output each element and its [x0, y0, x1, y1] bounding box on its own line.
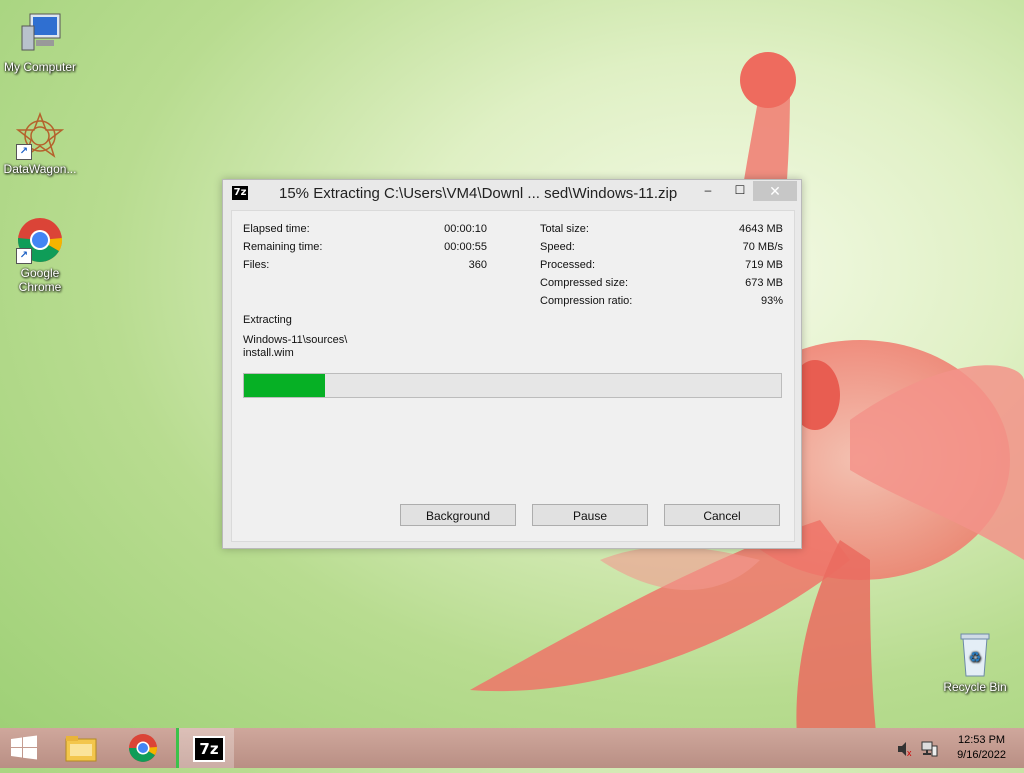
- datawagon-icon: ↗: [15, 111, 65, 160]
- folder-icon: [65, 736, 97, 762]
- stat-speed: Speed: 70 MB/s: [540, 241, 783, 257]
- title-bar[interactable]: 7z 15% Extracting C:\Users\VM4\Downl ...…: [223, 180, 801, 208]
- background-button[interactable]: Background: [400, 504, 516, 526]
- stat-compressed-size: Compressed size: 673 MB: [540, 277, 783, 293]
- network-icon[interactable]: [920, 740, 938, 758]
- start-button[interactable]: [0, 728, 48, 768]
- taskbar-chrome[interactable]: [120, 728, 166, 768]
- desktop-icon-label: DataWagon...: [3, 162, 77, 176]
- system-clock[interactable]: 12:53 PM 9/16/2022: [957, 733, 1006, 763]
- extraction-progress-bar: [243, 373, 782, 398]
- dialog-body: Elapsed time: 00:00:10 Remaining time: 0…: [231, 210, 795, 542]
- stat-label: Processed:: [540, 259, 596, 271]
- maximize-button[interactable]: ☐: [727, 181, 753, 199]
- shortcut-arrow-icon: ↗: [16, 248, 32, 264]
- chrome-icon: [129, 734, 158, 762]
- window-title: 15% Extracting C:\Users\VM4\Downl ... se…: [279, 185, 678, 202]
- desktop-icon-recycle-bin[interactable]: ♻ Recycle Bin: [935, 630, 1015, 694]
- taskbar-file-explorer[interactable]: [58, 728, 104, 768]
- progress-fill: [244, 374, 325, 397]
- stat-label: Elapsed time:: [243, 223, 310, 235]
- pause-button[interactable]: Pause: [532, 504, 648, 526]
- shortcut-arrow-icon: ↗: [16, 144, 32, 160]
- stat-label: Compression ratio:: [540, 295, 633, 307]
- computer-icon: [16, 10, 64, 58]
- desktop-icon-my-computer[interactable]: My Computer: [0, 10, 80, 74]
- svg-text:x: x: [907, 748, 912, 758]
- desktop-icon-label-line1: Google: [20, 266, 60, 280]
- desktop-icon-datawagon[interactable]: ↗ DataWagon...: [0, 111, 80, 176]
- desktop-icon-google-chrome[interactable]: ↗ Google Chrome: [0, 216, 80, 294]
- desktop-icon-label-line2: Chrome: [18, 280, 62, 294]
- chrome-icon: ↗: [16, 216, 64, 264]
- 7zip-icon: 7z: [193, 736, 225, 762]
- clock-date: 9/16/2022: [957, 749, 1006, 761]
- windows-logo-icon: [11, 735, 37, 760]
- close-button[interactable]: ✕: [753, 181, 797, 201]
- stat-value: 719 MB: [745, 259, 783, 271]
- stat-elapsed-time: Elapsed time: 00:00:10: [243, 223, 487, 239]
- minimize-button[interactable]: –: [695, 181, 721, 199]
- volume-muted-icon[interactable]: x: [896, 740, 914, 758]
- stat-total-size: Total size: 4643 MB: [540, 223, 783, 239]
- stat-label: Remaining time:: [243, 241, 323, 253]
- stat-label: Files:: [243, 259, 270, 271]
- 7zip-app-icon: 7z: [232, 186, 248, 200]
- extraction-dialog: 7z 15% Extracting C:\Users\VM4\Downl ...…: [222, 179, 802, 549]
- stat-value: 00:00:10: [444, 223, 487, 235]
- taskbar: 7z x 12:53 PM 9/16/2022: [0, 728, 1024, 768]
- current-file-name: install.wim: [243, 347, 294, 359]
- desktop-icon-label: Recycle Bin: [943, 680, 1007, 694]
- stat-value: 4643 MB: [738, 223, 783, 235]
- stat-value: 673 MB: [745, 277, 783, 289]
- taskbar-7zip[interactable]: 7z: [176, 728, 234, 768]
- clock-time: 12:53 PM: [957, 734, 1006, 746]
- stat-value: 70 MB/s: [742, 241, 783, 253]
- stat-remaining-time: Remaining time: 00:00:55: [243, 241, 487, 257]
- stat-value: 00:00:55: [444, 241, 487, 253]
- stat-processed: Processed: 719 MB: [540, 259, 783, 275]
- stat-label: Speed:: [540, 241, 575, 253]
- stat-label: Compressed size:: [540, 277, 629, 289]
- cancel-button[interactable]: Cancel: [664, 504, 780, 526]
- desktop-icon-label: My Computer: [3, 60, 77, 74]
- stat-value: 360: [468, 259, 487, 271]
- status-text: Extracting: [243, 314, 292, 326]
- stat-compression-ratio: Compression ratio: 93%: [540, 295, 783, 311]
- stat-label: Total size:: [540, 223, 589, 235]
- recycle-bin-icon: ♻: [951, 630, 999, 678]
- stat-files: Files: 360: [243, 259, 487, 275]
- stat-value: 93%: [760, 295, 783, 307]
- svg-text:♻: ♻: [969, 649, 982, 665]
